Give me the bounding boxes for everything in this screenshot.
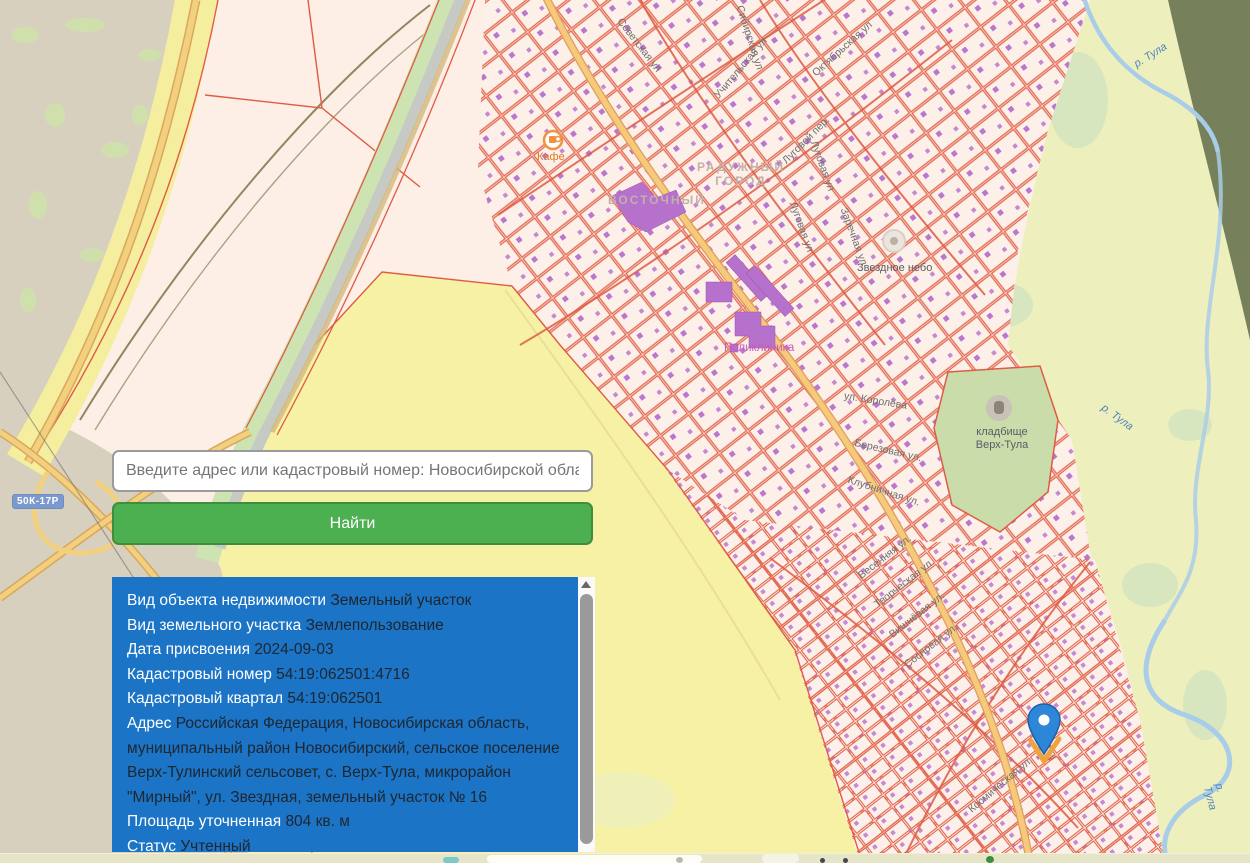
info-row-cadastral-block: Кадастровый квартал 54:19:062501 xyxy=(127,687,572,712)
road-number-badge: 50К-17Р xyxy=(12,494,64,509)
parcel-info-text: Вид объекта недвижимости Земельный участ… xyxy=(112,577,578,852)
info-row-area: Площадь уточненная 804 кв. м xyxy=(127,810,572,835)
taskbar-icon xyxy=(443,857,459,863)
search-input[interactable] xyxy=(112,450,593,492)
info-row-object-type: Вид объекта недвижимости Земельный участ… xyxy=(127,589,572,614)
info-row-parcel-type: Вид земельного участка Землепользование xyxy=(127,614,572,639)
scrollbar-thumb[interactable] xyxy=(580,594,593,844)
taskbar-search-icon xyxy=(676,857,683,863)
info-row-address: Адрес Российская Федерация, Новосибирска… xyxy=(127,712,572,810)
info-row-date: Дата присвоения 2024-09-03 xyxy=(127,638,572,663)
taskbar-icon xyxy=(820,858,825,863)
scroll-up-icon[interactable] xyxy=(581,581,591,588)
info-row-status: Статус Учтенный xyxy=(127,835,572,852)
taskbar-icon xyxy=(843,858,848,863)
info-row-cadastral-number: Кадастровый номер 54:19:062501:4716 xyxy=(127,663,572,688)
map-canvas[interactable]: Советская ул Сибирская ул Учительская ул… xyxy=(0,0,1250,862)
find-button[interactable]: Найти xyxy=(112,502,593,545)
parcel-info-panel: Вид объекта недвижимости Земельный участ… xyxy=(112,577,595,852)
panel-scrollbar[interactable] xyxy=(578,577,595,852)
